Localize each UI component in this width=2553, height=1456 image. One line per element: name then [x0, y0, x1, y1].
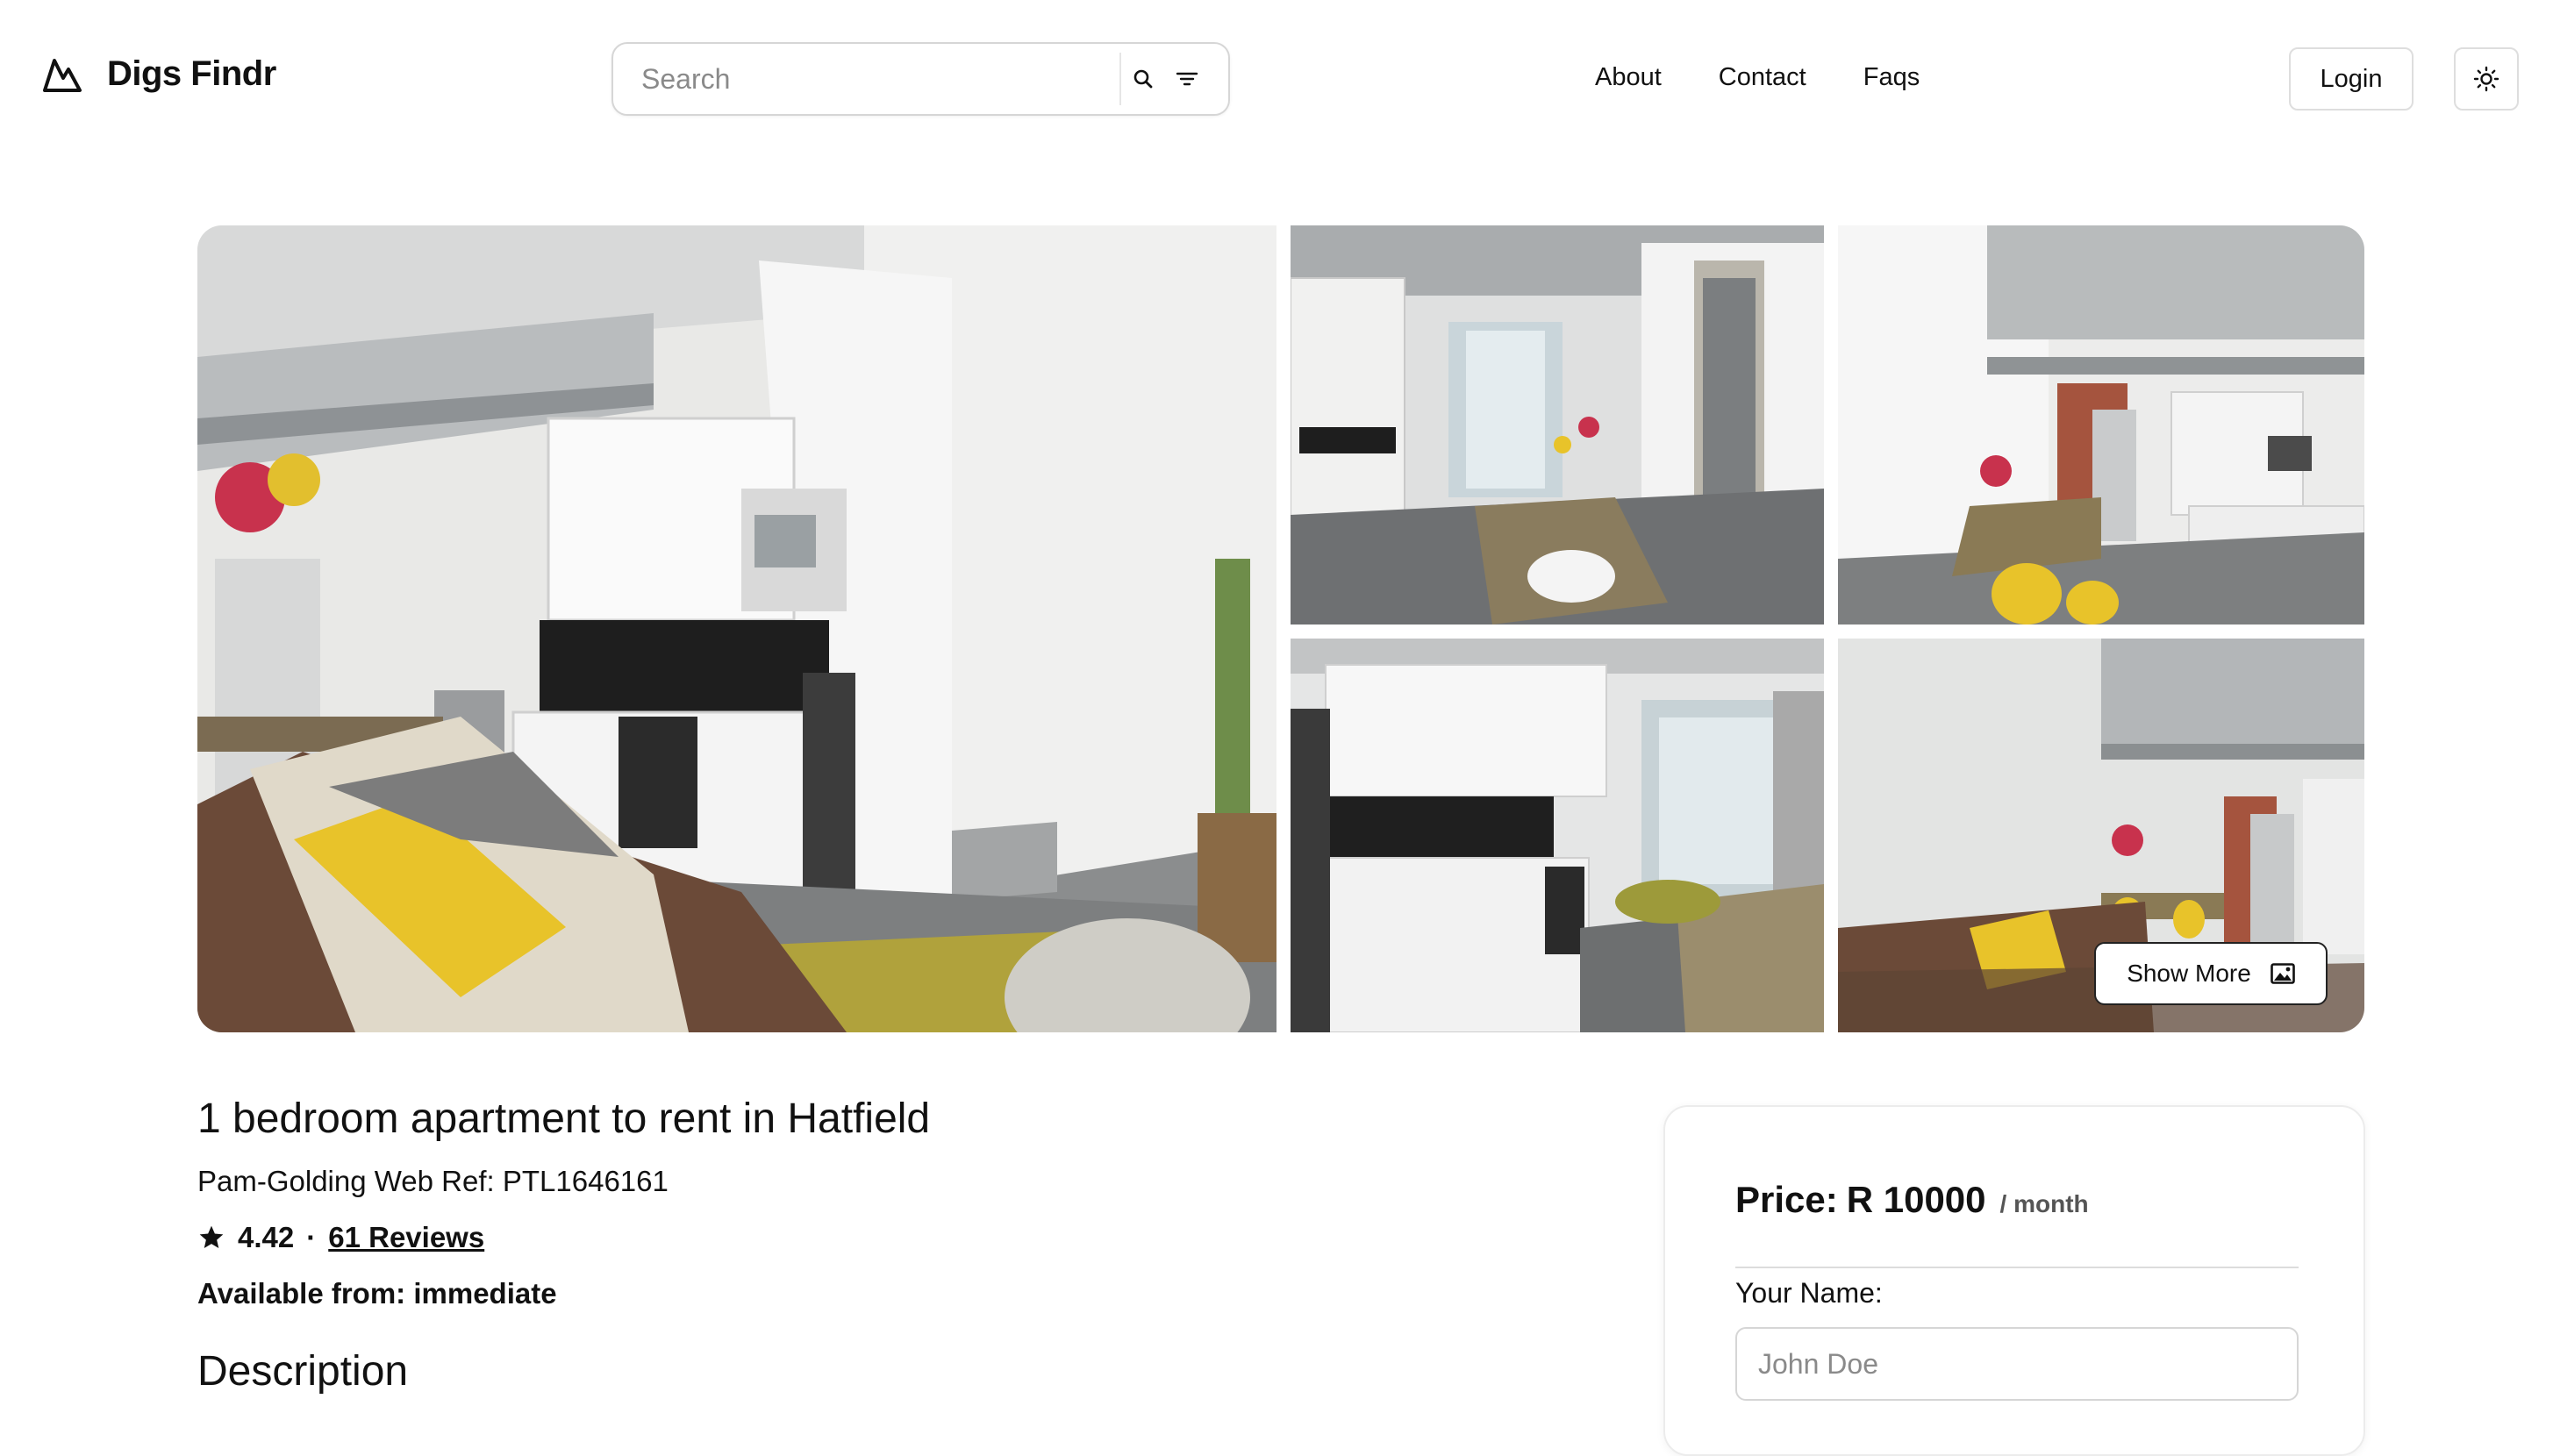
rating-row: 4.42 · 61 Reviews — [197, 1221, 484, 1254]
price-unit: / month — [1999, 1190, 2089, 1217]
show-more-button[interactable]: Show More — [2094, 942, 2328, 1005]
login-button[interactable]: Login — [2289, 47, 2414, 111]
search-input[interactable] — [613, 44, 1119, 114]
rating-value: 4.42 — [238, 1221, 295, 1253]
price-value: R 10000 — [1846, 1179, 1986, 1220]
gallery-photo-main[interactable] — [197, 225, 1276, 1032]
gallery-photo-2[interactable] — [1291, 225, 1824, 625]
image-icon — [2271, 963, 2295, 984]
availability: Available from: immediate — [197, 1277, 557, 1310]
nav-about-link[interactable]: About — [1595, 63, 1662, 92]
gallery-photo-4[interactable] — [1291, 639, 1824, 1032]
description-heading: Description — [197, 1348, 409, 1395]
main-nav: About Contact Faqs — [1595, 63, 1920, 92]
show-more-label: Show More — [2127, 960, 2251, 987]
price-row: Price: R 10000 / month — [1735, 1179, 2089, 1221]
reviews-link[interactable]: 61 Reviews — [328, 1221, 484, 1254]
web-reference: Pam-Golding Web Ref: PTL1646161 — [197, 1165, 669, 1197]
nav-contact-link[interactable]: Contact — [1719, 63, 1806, 92]
filter-button[interactable] — [1165, 53, 1209, 105]
booking-card: Price: R 10000 / month Your Name: — [1663, 1105, 2365, 1456]
price-label: Price: — [1735, 1179, 1838, 1220]
nav-faqs-link[interactable]: Faqs — [1863, 63, 1920, 92]
name-label: Your Name: — [1735, 1277, 1883, 1309]
filter-icon — [1176, 72, 1198, 86]
logo[interactable]: Digs Findr — [42, 54, 276, 94]
listing-title: 1 bedroom apartment to rent in Hatfield — [197, 1096, 931, 1142]
rating-separator: · — [306, 1221, 317, 1253]
sun-icon — [2473, 66, 2499, 92]
search-icon — [1133, 69, 1153, 89]
app-name: Digs Findr — [107, 54, 276, 93]
search-button[interactable] — [1121, 53, 1165, 105]
header: Digs Findr About Contact Faqs Login — [0, 0, 2553, 158]
theme-toggle-button[interactable] — [2454, 47, 2519, 111]
divider — [1735, 1267, 2299, 1268]
star-icon — [199, 1225, 224, 1248]
mountain-icon — [42, 55, 82, 94]
search-bar — [611, 42, 1230, 116]
gallery-photo-3[interactable] — [1838, 225, 2364, 625]
photo-gallery — [197, 225, 2364, 1032]
name-input[interactable] — [1735, 1327, 2299, 1401]
